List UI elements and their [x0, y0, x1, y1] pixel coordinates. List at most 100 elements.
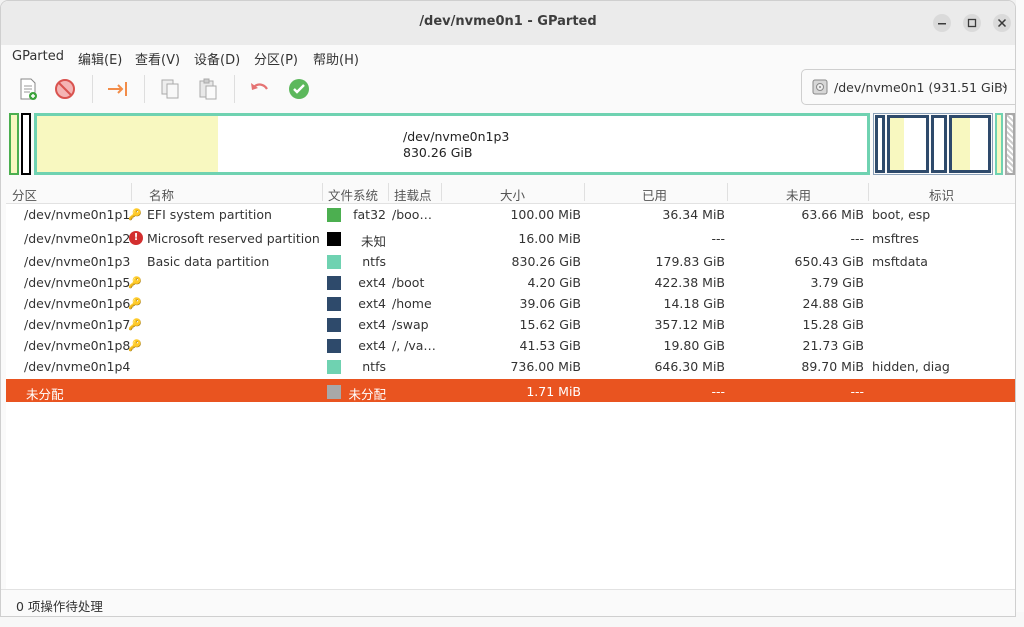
background-window-edge — [1016, 0, 1024, 627]
cell-unused: 15.28 GiB — [802, 317, 865, 332]
column-flags[interactable]: 标识 — [929, 185, 954, 204]
copy-button[interactable] — [158, 77, 182, 101]
cell-partition: /dev/nvme0n1p8 — [24, 338, 131, 353]
delete-icon — [55, 79, 75, 99]
table-header: 分区 名称 文件系统 挂载点 大小 已用 未用 标识 — [6, 181, 1015, 204]
cell-size: 15.62 GiB — [519, 317, 582, 332]
cell-unused: 63.66 MiB — [801, 207, 864, 222]
resize-move-button[interactable] — [106, 77, 130, 101]
toolbar-separator — [234, 75, 235, 103]
undo-icon — [251, 83, 268, 90]
table-row[interactable]: 未分配 未分配 1.71 MiB --- --- — [6, 379, 1015, 402]
filesystem-color-swatch — [327, 276, 341, 290]
cell-partition: /dev/nvme0n1p1 — [24, 207, 131, 222]
cell-size: 39.06 GiB — [519, 296, 582, 311]
close-icon — [997, 18, 1007, 28]
filesystem-color-swatch — [327, 232, 341, 246]
filesystem-color-swatch — [327, 255, 341, 269]
cell-flags: msftdata — [872, 254, 928, 269]
apply-icon — [289, 79, 309, 99]
disk-map: /dev/nvme0n1p3 830.26 GiB — [1, 111, 1015, 177]
menu-view[interactable]: 查看(V) — [135, 49, 180, 68]
cell-filesystem: ntfs — [362, 254, 386, 269]
column-size[interactable]: 大小 — [500, 185, 525, 204]
diskmap-partition-p8[interactable] — [949, 115, 991, 173]
cell-size: 41.53 GiB — [519, 338, 582, 353]
key-icon: 🔑 — [128, 208, 142, 221]
diskmap-partition-p6[interactable] — [887, 115, 929, 173]
cell-unused: 89.70 MiB — [801, 359, 864, 374]
menu-device[interactable]: 设备(D) — [194, 49, 240, 68]
gparted-window: /dev/nvme0n1 - GParted GParted 编辑(E) 查看(… — [0, 0, 1016, 617]
diskmap-unallocated[interactable] — [1005, 113, 1015, 175]
cell-size: 1.71 MiB — [526, 384, 581, 399]
column-partition[interactable]: 分区 — [12, 185, 37, 204]
table-row[interactable]: /dev/nvme0n1p3 Basic data partition ntfs 83… — [6, 251, 1015, 272]
cell-flags: msftres — [872, 231, 919, 246]
cell-filesystem: 未知 — [360, 234, 386, 249]
cell-partition: /dev/nvme0n1p2 — [24, 231, 131, 246]
partition-table: 分区 名称 文件系统 挂载点 大小 已用 未用 标识 /dev/nvme0n1p… — [6, 181, 1015, 589]
key-icon: 🔑 — [128, 318, 142, 331]
diskmap-partition-p1[interactable] — [9, 113, 19, 175]
cell-size: 100.00 MiB — [510, 207, 581, 222]
column-unused[interactable]: 未用 — [786, 185, 811, 204]
cell-used: --- — [711, 384, 725, 399]
paste-button[interactable] — [196, 77, 220, 101]
cell-mountpoint: /boot — [392, 275, 425, 290]
diskmap-partition-p5[interactable] — [875, 115, 885, 173]
cell-used: 357.12 MiB — [654, 317, 725, 332]
diskmap-partition-p7[interactable] — [931, 115, 947, 173]
filesystem-color-swatch — [327, 297, 341, 311]
menu-help[interactable]: 帮助(H) — [313, 49, 359, 68]
cell-filesystem: ext4 — [358, 296, 386, 311]
cell-partition: /dev/nvme0n1p3 — [24, 254, 131, 269]
apply-button[interactable] — [287, 77, 311, 101]
cell-filesystem: ntfs — [362, 359, 386, 374]
table-row[interactable]: /dev/nvme0n1p5 🔑 ext4/boot 4.20 GiB 422.38 M… — [6, 272, 1015, 293]
maximize-button[interactable] — [963, 14, 981, 32]
cell-filesystem: ext4 — [358, 338, 386, 353]
table-row[interactable]: /dev/nvme0n1p4 ntfs 736.00 MiB 646.30 MiB 89… — [6, 356, 1015, 377]
filesystem-color-swatch — [327, 208, 341, 222]
filesystem-color-swatch — [327, 360, 341, 374]
diskmap-partition-p2[interactable] — [21, 113, 31, 175]
filesystem-color-swatch — [327, 385, 341, 399]
cell-partition: /dev/nvme0n1p6 — [24, 296, 131, 311]
device-selector[interactable]: /dev/nvme0n1 (931.51 GiB) ⌄ — [801, 69, 1015, 105]
toolbar: /dev/nvme0n1 (931.51 GiB) ⌄ — [1, 69, 1015, 109]
delete-button[interactable] — [53, 77, 77, 101]
cell-flags: boot, esp — [872, 207, 931, 222]
cell-used: 422.38 MiB — [654, 275, 725, 290]
cell-partition: /dev/nvme0n1p7 — [24, 317, 131, 332]
column-name[interactable]: 名称 — [149, 185, 174, 204]
menu-gparted[interactable]: GParted — [12, 49, 64, 64]
column-mountpoint[interactable]: 挂载点 — [394, 185, 432, 204]
cell-unused: 21.73 GiB — [802, 338, 865, 353]
cell-size: 736.00 MiB — [510, 359, 581, 374]
undo-button[interactable] — [248, 77, 272, 101]
column-used[interactable]: 已用 — [642, 185, 667, 204]
harddisk-icon — [812, 79, 828, 95]
cell-used: 179.83 GiB — [655, 254, 725, 269]
table-row[interactable]: /dev/nvme0n1p7 🔑 ext4/swap 15.62 GiB 357.12 … — [6, 314, 1015, 335]
table-row[interactable]: /dev/nvme0n1p8 🔑 ext4 /, /va… 41.53 GiB 19.80… — [6, 335, 1015, 356]
toolbar-separator — [144, 75, 145, 103]
minimize-button[interactable] — [933, 14, 951, 32]
title-bar[interactable]: /dev/nvme0n1 - GParted — [1, 1, 1015, 46]
table-row[interactable]: /dev/nvme0n1p1 🔑 EFI system partition fat32… — [6, 204, 1015, 225]
new-partition-button[interactable] — [16, 77, 40, 101]
cell-partition: /dev/nvme0n1p5 — [24, 275, 131, 290]
menu-edit[interactable]: 编辑(E) — [78, 49, 122, 68]
column-filesystem[interactable]: 文件系统 — [328, 185, 378, 204]
close-button[interactable] — [993, 14, 1011, 32]
cell-mountpoint: /boo… — [392, 207, 432, 222]
cell-name: EFI system partition — [147, 207, 272, 222]
table-row[interactable]: /dev/nvme0n1p2! Microsoft reserved partit… — [6, 228, 1015, 249]
warning-icon: ! — [129, 231, 143, 245]
paste-icon — [199, 78, 217, 100]
table-row[interactable]: /dev/nvme0n1p6 🔑 ext4/home 39.06 GiB 14.18 G… — [6, 293, 1015, 314]
cell-mountpoint: /, /va… — [392, 338, 436, 353]
diskmap-partition-p4[interactable] — [995, 113, 1003, 175]
menu-partition[interactable]: 分区(P) — [254, 49, 298, 68]
